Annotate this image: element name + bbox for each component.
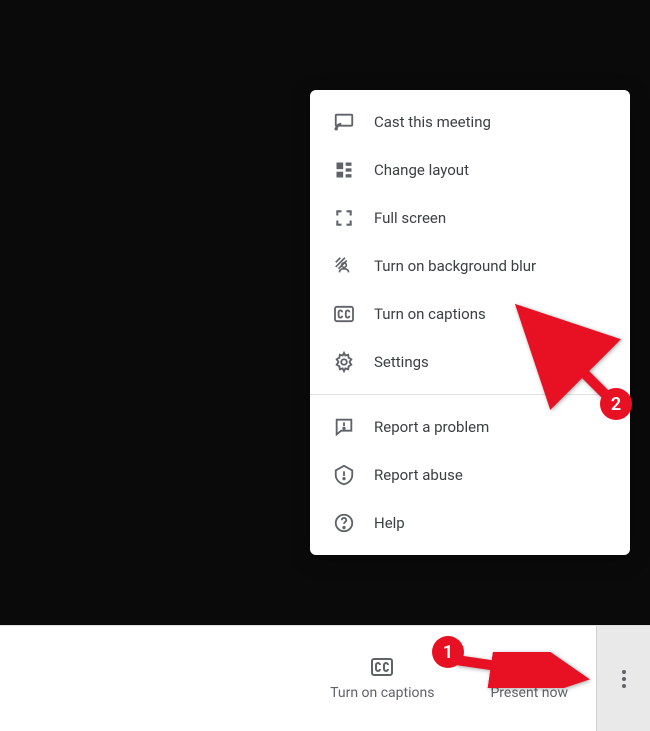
menu-item-help[interactable]: Help [310,499,630,547]
menu-label: Change layout [374,161,469,179]
menu-label: Turn on background blur [374,257,536,275]
menu-label: Settings [374,353,429,371]
cast-icon [332,110,356,134]
menu-item-cast[interactable]: Cast this meeting [310,98,630,146]
menu-label: Turn on captions [374,305,486,323]
menu-label: Report a problem [374,418,489,436]
menu-item-layout[interactable]: Change layout [310,146,630,194]
help-icon [332,511,356,535]
abuse-icon [332,463,356,487]
more-vert-icon [622,670,626,688]
menu-label: Report abuse [374,466,463,484]
more-options-button[interactable] [596,626,650,731]
blur-icon [332,254,356,278]
layout-icon [332,158,356,182]
gear-icon [332,350,356,374]
menu-item-report-abuse[interactable]: Report abuse [310,451,630,499]
menu-item-blur[interactable]: Turn on background blur [310,242,630,290]
captions-icon [332,302,356,326]
fullscreen-icon [332,206,356,230]
toolbar-label: Turn on captions [330,685,434,701]
menu-label: Help [374,514,405,532]
menu-item-fullscreen[interactable]: Full screen [310,194,630,242]
feedback-icon [332,415,356,439]
annotation-arrow-1 [450,652,600,692]
annotation-badge-2: 2 [600,388,632,420]
menu-label: Cast this meeting [374,113,491,131]
annotation-badge-1: 1 [432,636,464,668]
menu-label: Full screen [374,209,446,227]
